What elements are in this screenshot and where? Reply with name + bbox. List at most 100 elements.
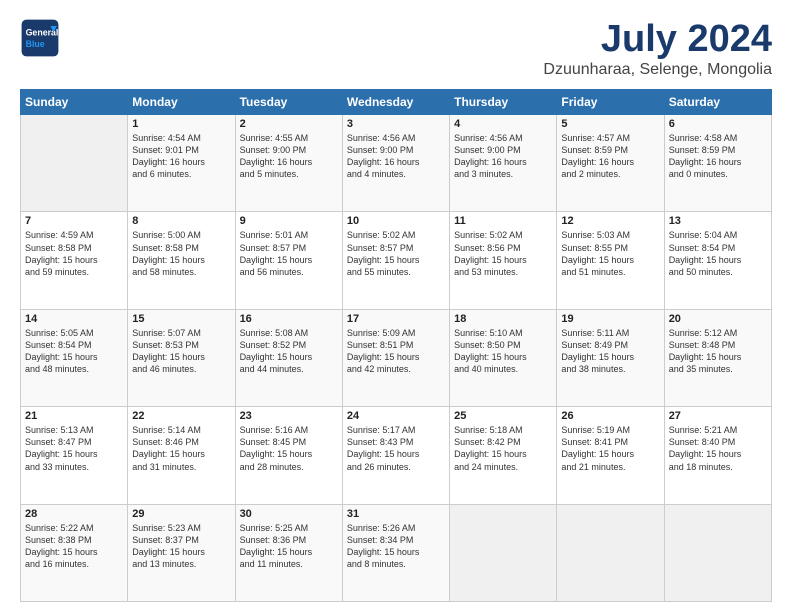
calendar-cell: 23 Sunrise: 5:16 AM Sunset: 8:45 PM Dayli… — [235, 407, 342, 504]
day-info: Sunrise: 5:11 AM Sunset: 8:49 PM Dayligh… — [561, 327, 659, 376]
day-info: Sunrise: 5:00 AM Sunset: 8:58 PM Dayligh… — [132, 229, 230, 278]
page: General Blue July 2024 Dzuunharaa, Selen… — [0, 0, 792, 612]
calendar-cell: 28 Sunrise: 5:22 AM Sunset: 8:38 PM Dayli… — [21, 504, 128, 601]
calendar-header-wednesday: Wednesday — [342, 90, 449, 115]
calendar-cell: 4 Sunrise: 4:56 AM Sunset: 9:00 PM Daylig… — [450, 115, 557, 212]
day-number: 22 — [132, 410, 230, 422]
day-info: Sunrise: 5:02 AM Sunset: 8:56 PM Dayligh… — [454, 229, 552, 278]
calendar-header-thursday: Thursday — [450, 90, 557, 115]
day-info: Sunrise: 4:57 AM Sunset: 8:59 PM Dayligh… — [561, 132, 659, 181]
calendar-cell: 14 Sunrise: 5:05 AM Sunset: 8:54 PM Dayli… — [21, 309, 128, 406]
day-number: 24 — [347, 410, 445, 422]
day-number: 11 — [454, 215, 552, 227]
day-number: 8 — [132, 215, 230, 227]
calendar-cell — [450, 504, 557, 601]
day-number: 5 — [561, 118, 659, 130]
day-number: 6 — [669, 118, 767, 130]
day-number: 7 — [25, 215, 123, 227]
day-info: Sunrise: 5:10 AM Sunset: 8:50 PM Dayligh… — [454, 327, 552, 376]
calendar-header-monday: Monday — [128, 90, 235, 115]
day-info: Sunrise: 5:23 AM Sunset: 8:37 PM Dayligh… — [132, 522, 230, 571]
day-info: Sunrise: 5:09 AM Sunset: 8:51 PM Dayligh… — [347, 327, 445, 376]
day-number: 9 — [240, 215, 338, 227]
day-number: 31 — [347, 508, 445, 520]
day-number: 28 — [25, 508, 123, 520]
calendar-header-tuesday: Tuesday — [235, 90, 342, 115]
day-info: Sunrise: 5:25 AM Sunset: 8:36 PM Dayligh… — [240, 522, 338, 571]
day-number: 26 — [561, 410, 659, 422]
calendar-cell — [21, 115, 128, 212]
day-info: Sunrise: 5:12 AM Sunset: 8:48 PM Dayligh… — [669, 327, 767, 376]
day-info: Sunrise: 4:56 AM Sunset: 9:00 PM Dayligh… — [454, 132, 552, 181]
calendar-cell: 25 Sunrise: 5:18 AM Sunset: 8:42 PM Dayli… — [450, 407, 557, 504]
day-info: Sunrise: 5:18 AM Sunset: 8:42 PM Dayligh… — [454, 424, 552, 473]
day-info: Sunrise: 5:02 AM Sunset: 8:57 PM Dayligh… — [347, 229, 445, 278]
calendar-week-row: 28 Sunrise: 5:22 AM Sunset: 8:38 PM Dayli… — [21, 504, 772, 601]
day-number: 12 — [561, 215, 659, 227]
calendar-week-row: 1 Sunrise: 4:54 AM Sunset: 9:01 PM Daylig… — [21, 115, 772, 212]
calendar-cell: 5 Sunrise: 4:57 AM Sunset: 8:59 PM Daylig… — [557, 115, 664, 212]
calendar-cell — [664, 504, 771, 601]
day-number: 16 — [240, 313, 338, 325]
day-number: 18 — [454, 313, 552, 325]
calendar-cell — [557, 504, 664, 601]
calendar-cell: 1 Sunrise: 4:54 AM Sunset: 9:01 PM Daylig… — [128, 115, 235, 212]
day-info: Sunrise: 5:16 AM Sunset: 8:45 PM Dayligh… — [240, 424, 338, 473]
day-info: Sunrise: 4:56 AM Sunset: 9:00 PM Dayligh… — [347, 132, 445, 181]
day-number: 14 — [25, 313, 123, 325]
calendar-week-row: 21 Sunrise: 5:13 AM Sunset: 8:47 PM Dayli… — [21, 407, 772, 504]
day-info: Sunrise: 5:17 AM Sunset: 8:43 PM Dayligh… — [347, 424, 445, 473]
day-number: 20 — [669, 313, 767, 325]
day-info: Sunrise: 5:13 AM Sunset: 8:47 PM Dayligh… — [25, 424, 123, 473]
calendar-cell: 18 Sunrise: 5:10 AM Sunset: 8:50 PM Dayli… — [450, 309, 557, 406]
calendar-table: SundayMondayTuesdayWednesdayThursdayFrid… — [20, 89, 772, 602]
day-number: 15 — [132, 313, 230, 325]
day-info: Sunrise: 5:22 AM Sunset: 8:38 PM Dayligh… — [25, 522, 123, 571]
calendar-week-row: 14 Sunrise: 5:05 AM Sunset: 8:54 PM Dayli… — [21, 309, 772, 406]
day-number: 29 — [132, 508, 230, 520]
calendar-cell: 22Sunrise: 5:14 AM Sunset: 8:46 PM Dayli… — [128, 407, 235, 504]
day-info: Sunrise: 4:54 AM Sunset: 9:01 PM Dayligh… — [132, 132, 230, 181]
svg-text:Blue: Blue — [26, 39, 45, 49]
day-info: Sunrise: 5:01 AM Sunset: 8:57 PM Dayligh… — [240, 229, 338, 278]
day-number: 3 — [347, 118, 445, 130]
day-info: Sunrise: 5:26 AM Sunset: 8:34 PM Dayligh… — [347, 522, 445, 571]
calendar-cell: 19 Sunrise: 5:11 AM Sunset: 8:49 PM Dayli… — [557, 309, 664, 406]
calendar-cell: 9 Sunrise: 5:01 AM Sunset: 8:57 PM Daylig… — [235, 212, 342, 309]
day-number: 23 — [240, 410, 338, 422]
title-area: July 2024 Dzuunharaa, Selenge, Mongolia — [543, 18, 772, 79]
day-number: 27 — [669, 410, 767, 422]
calendar-cell: 27 Sunrise: 5:21 AM Sunset: 8:40 PM Dayli… — [664, 407, 771, 504]
day-number: 4 — [454, 118, 552, 130]
main-title: July 2024 — [543, 18, 772, 61]
day-number: 17 — [347, 313, 445, 325]
calendar-cell: 15 Sunrise: 5:07 AM Sunset: 8:53 PM Dayli… — [128, 309, 235, 406]
day-info: Sunrise: 5:05 AM Sunset: 8:54 PM Dayligh… — [25, 327, 123, 376]
day-number: 30 — [240, 508, 338, 520]
calendar-cell: 3 Sunrise: 4:56 AM Sunset: 9:00 PM Daylig… — [342, 115, 449, 212]
day-info: Sunrise: 4:59 AM Sunset: 8:58 PM Dayligh… — [25, 229, 123, 278]
day-number: 25 — [454, 410, 552, 422]
day-number: 2 — [240, 118, 338, 130]
calendar-header-friday: Friday — [557, 90, 664, 115]
day-number: 10 — [347, 215, 445, 227]
day-number: 19 — [561, 313, 659, 325]
calendar-week-row: 7 Sunrise: 4:59 AM Sunset: 8:58 PM Daylig… — [21, 212, 772, 309]
day-number: 13 — [669, 215, 767, 227]
day-info: Sunrise: 5:07 AM Sunset: 8:53 PM Dayligh… — [132, 327, 230, 376]
calendar-cell: 2Sunrise: 4:55 AM Sunset: 9:00 PM Daylig… — [235, 115, 342, 212]
day-number: 1 — [132, 118, 230, 130]
calendar-cell: 20 Sunrise: 5:12 AM Sunset: 8:48 PM Dayli… — [664, 309, 771, 406]
day-info: Sunrise: 5:08 AM Sunset: 8:52 PM Dayligh… — [240, 327, 338, 376]
day-info: Sunrise: 5:04 AM Sunset: 8:54 PM Dayligh… — [669, 229, 767, 278]
calendar-cell: 13 Sunrise: 5:04 AM Sunset: 8:54 PM Dayli… — [664, 212, 771, 309]
day-info: Sunrise: 5:21 AM Sunset: 8:40 PM Dayligh… — [669, 424, 767, 473]
day-number: 21 — [25, 410, 123, 422]
calendar-cell: 6Sunrise: 4:58 AM Sunset: 8:59 PM Daylig… — [664, 115, 771, 212]
day-info: Sunrise: 5:19 AM Sunset: 8:41 PM Dayligh… — [561, 424, 659, 473]
calendar-header-row: SundayMondayTuesdayWednesdayThursdayFrid… — [21, 90, 772, 115]
day-info: Sunrise: 5:03 AM Sunset: 8:55 PM Dayligh… — [561, 229, 659, 278]
subtitle: Dzuunharaa, Selenge, Mongolia — [543, 61, 772, 79]
calendar-cell: 10 Sunrise: 5:02 AM Sunset: 8:57 PM Dayli… — [342, 212, 449, 309]
calendar-cell: 21 Sunrise: 5:13 AM Sunset: 8:47 PM Dayli… — [21, 407, 128, 504]
